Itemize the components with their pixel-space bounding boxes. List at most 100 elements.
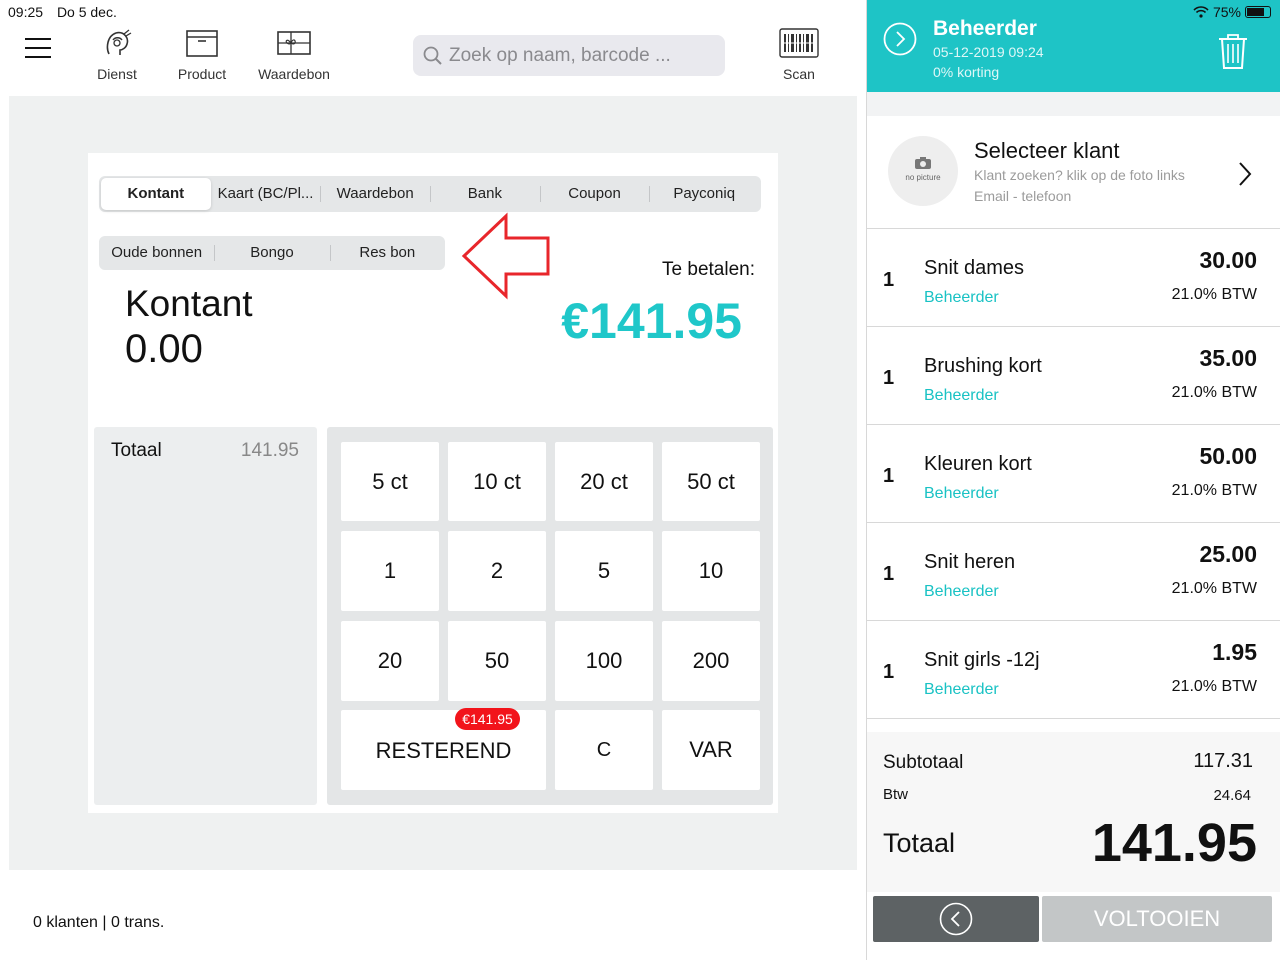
tab-waardebon[interactable]: Waardebon [320,178,430,210]
key-5ct[interactable]: 5 ct [341,442,439,521]
due-label: Te betalen: [662,259,755,280]
battery-percent: 75% [1212,4,1241,20]
total-label: Totaal [111,440,162,461]
key-100[interactable]: 100 [555,621,653,701]
line-vat: 21.0% BTW [1171,580,1257,597]
subtotal-value: 117.31 [1193,750,1253,772]
tab-kaart[interactable]: Kaart (BC/Pl... [211,178,321,210]
payment-method-tabs: Kontant Kaart (BC/Pl... Waardebon Bank C… [99,176,761,212]
tab-kontant[interactable]: Kontant [101,178,211,210]
total-panel: Totaal 141.95 [94,427,317,805]
ticket-line[interactable]: 1 Kleuren kort Beheerder 50.00 21.0% BTW [867,425,1280,523]
tab-oude-bonnen[interactable]: Oude bonnen [99,236,214,270]
back-circle-icon [939,902,973,936]
camera-icon [915,157,931,169]
tab-payconiq[interactable]: Payconiq [649,178,759,210]
clear-button[interactable]: C [555,710,653,790]
line-price: 50.00 [1199,443,1257,469]
status-date: Do 5 dec. [56,4,117,20]
dienst-button[interactable]: Dienst [92,28,142,82]
ticket-line[interactable]: 1 Snit heren Beheerder 25.00 21.0% BTW [867,523,1280,621]
var-button[interactable]: VAR [662,710,760,790]
tab-bank[interactable]: Bank [430,178,540,210]
line-vat: 21.0% BTW [1171,286,1257,303]
key-20ct[interactable]: 20 ct [555,442,653,521]
line-qty: 1 [883,465,895,487]
complete-button[interactable]: VOLTOOIEN [1042,896,1272,942]
footer-stats: 0 klanten | 0 trans. [33,914,165,931]
line-qty: 1 [883,563,895,585]
header-spacer [867,92,1280,116]
grand-total-value: 141.95 [1091,813,1257,873]
ticket-header: 75% Beheerder 05-12-2019 09:24 0% kortin… [867,0,1280,92]
customer-hint: Klant zoeken? klik op de foto links [974,167,1185,183]
avatar[interactable]: no picture [888,136,958,206]
vat-value: 24.64 [1213,787,1251,804]
key-10ct[interactable]: 10 ct [448,442,546,521]
line-staff: Beheerder [924,485,999,502]
key-200[interactable]: 200 [662,621,760,701]
customer-title: Selecteer klant [974,138,1120,163]
line-staff: Beheerder [924,289,999,306]
ticket-user[interactable]: Beheerder [933,17,1037,41]
trash-icon[interactable] [1217,32,1249,70]
selected-method-title: Kontant [125,283,253,324]
grand-total-label: Totaal [883,828,956,858]
customer-selector[interactable]: no picture Selecteer klant Klant zoeken?… [867,116,1280,229]
status-time: 09:25 [8,4,44,20]
status-bar: 09:25 Do 5 dec. [8,4,127,20]
tab-coupon[interactable]: Coupon [539,178,650,210]
key-10[interactable]: 10 [662,531,760,611]
product-search[interactable] [413,35,725,76]
line-name: Snit girls -12j [924,649,1040,671]
scan-button[interactable]: Scan [776,28,822,82]
total-value: 141.95 [240,440,299,461]
key-50ct[interactable]: 50 ct [662,442,760,521]
line-staff: Beheerder [924,681,999,698]
line-staff: Beheerder [924,583,999,600]
line-name: Snit heren [924,551,1016,573]
top-toolbar: Dienst Product Waardebon Zoek op naam, b… [0,22,866,92]
footer-bar: 0 klanten | 0 trans. [9,888,857,952]
tab-bongo[interactable]: Bongo [214,236,329,270]
subtotal-label: Subtotaal [883,752,964,773]
ticket-datetime: 05-12-2019 09:24 [933,44,1044,60]
right-status: 75% [1193,4,1271,20]
chevron-right-icon[interactable] [1237,160,1253,188]
annotation-arrow-icon [461,212,550,300]
key-20[interactable]: 20 [341,621,439,701]
ticket-totals: Subtotaal 117.31 Btw 24.64 Totaal 141.95 [867,732,1280,892]
product-button[interactable]: Product [172,28,232,82]
ticket-line[interactable]: 1 Snit dames Beheerder 30.00 21.0% BTW [867,229,1280,327]
line-vat: 21.0% BTW [1171,482,1257,499]
line-qty: 1 [883,661,895,683]
search-input[interactable] [449,44,719,67]
ticket-line[interactable]: 1 Snit girls -12j Beheerder 1.95 21.0% B… [867,621,1280,719]
search-icon [423,46,442,65]
product-label: Product [177,66,227,82]
box-icon [186,30,218,57]
gift-card-icon [277,31,311,55]
ticket-pane: 75% Beheerder 05-12-2019 09:24 0% kortin… [866,0,1280,960]
tab-res-bon[interactable]: Res bon [329,236,445,270]
pos-main-pane: 09:25 Do 5 dec. Dienst Product Waardebon… [0,0,866,960]
waardebon-button[interactable]: Waardebon [254,28,334,82]
ticket-discount: 0% korting [933,64,1000,80]
forward-circle-icon[interactable] [883,22,917,56]
battery-icon [1245,6,1271,18]
avatar-text: no picture [905,173,941,182]
line-vat: 21.0% BTW [1171,384,1257,401]
line-price: 1.95 [1212,639,1257,665]
key-2[interactable]: 2 [448,531,546,611]
line-price: 25.00 [1199,541,1257,567]
line-name: Brushing kort [924,355,1042,377]
key-1[interactable]: 1 [341,531,439,611]
ticket-line[interactable]: 1 Brushing kort Beheerder 35.00 21.0% BT… [867,327,1280,425]
back-button[interactable] [873,896,1039,942]
scan-label: Scan [783,66,815,82]
line-qty: 1 [883,269,895,291]
remaining-badge: €141.95 [455,708,520,730]
key-50[interactable]: 50 [448,621,546,701]
key-5[interactable]: 5 [555,531,653,611]
menu-icon[interactable] [25,38,51,58]
